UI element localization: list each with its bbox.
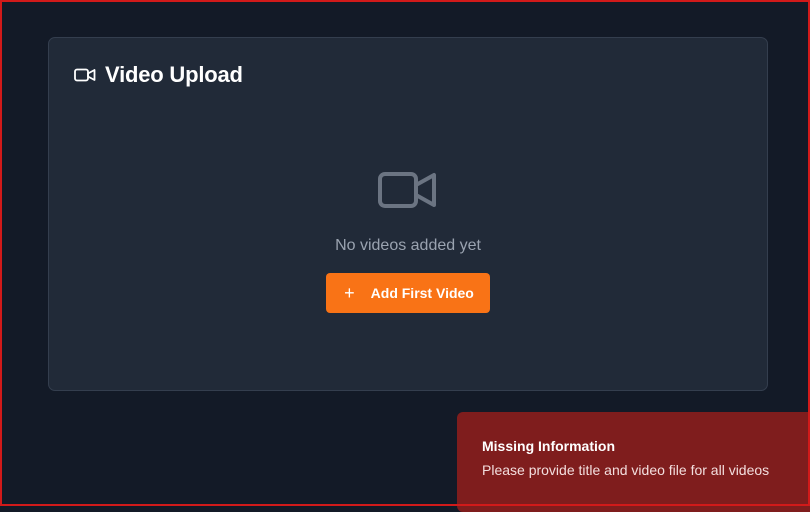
plus-icon: + [344,283,355,303]
toast-message: Please provide title and video file for … [482,462,770,478]
empty-state: No videos added yet + Add First Video [49,168,767,313]
toast-title: Missing Information [482,438,615,454]
add-first-video-label: Add First Video [370,285,474,301]
video-camera-icon [74,67,96,83]
error-toast[interactable]: Missing Information Please provide title… [457,412,810,512]
card-title: Video Upload [105,62,243,87]
video-camera-icon [377,168,439,212]
card-header: Video Upload [74,62,243,88]
video-upload-card: Video Upload No videos added yet + Add F… [48,37,768,391]
empty-state-message: No videos added yet [335,237,481,254]
add-first-video-button[interactable]: + Add First Video [326,273,490,313]
